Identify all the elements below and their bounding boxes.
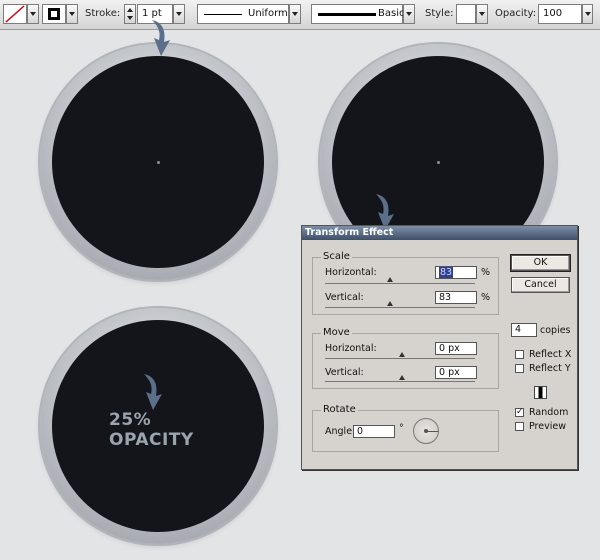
reflect-x-label[interactable]: Reflect X [529, 349, 571, 360]
random-label[interactable]: Random [529, 407, 568, 418]
curved-arrow-icon [144, 374, 162, 410]
variable-width-profile[interactable]: Uniform [197, 4, 289, 24]
scale-vertical-label: Vertical: [325, 292, 364, 303]
move-group: Move Horizontal: 0 px Vertical: 0 px [312, 327, 499, 389]
preview-label[interactable]: Preview [529, 421, 566, 432]
angle-dial-center [424, 429, 428, 433]
reference-point-icon[interactable] [534, 386, 547, 399]
move-group-title: Move [321, 327, 352, 338]
brush-dropdown[interactable] [403, 4, 415, 24]
scale-group-title: Scale [321, 251, 352, 262]
move-vertical-slider-thumb[interactable] [399, 375, 405, 380]
stroke-color-dropdown[interactable] [66, 4, 78, 24]
copies-value: 4 [515, 324, 522, 335]
move-vertical-slider[interactable] [325, 381, 475, 382]
scale-vertical-value: 83 [439, 292, 452, 303]
reflect-y-checkbox[interactable] [515, 364, 524, 373]
profile-dropdown[interactable] [289, 4, 301, 24]
dialog-title[interactable]: Transform Effect [302, 226, 577, 240]
copies-label: copies [540, 325, 571, 336]
center-point [157, 161, 160, 164]
scale-horizontal-unit: % [481, 267, 491, 278]
move-horizontal-input[interactable]: 0 px [435, 342, 477, 355]
stroke-swatch[interactable] [42, 4, 66, 24]
angle-dial[interactable] [413, 418, 439, 444]
profile-value: Uniform [248, 8, 288, 19]
scale-horizontal-slider[interactable] [325, 283, 475, 284]
center-point [437, 161, 440, 164]
opacity-label[interactable]: Opacity: [495, 8, 536, 19]
stroke-color-icon [48, 8, 60, 20]
brush-value: Basic [378, 8, 405, 19]
move-vertical-label: Vertical: [325, 367, 364, 378]
reflect-y-label[interactable]: Reflect Y [529, 363, 571, 374]
preview-checkbox[interactable] [515, 422, 524, 431]
move-horizontal-slider[interactable] [325, 358, 475, 359]
scale-vertical-slider-thumb[interactable] [387, 301, 393, 306]
scale-horizontal-value: 83 [439, 267, 454, 278]
degree-symbol: ° [399, 423, 404, 434]
move-vertical-value: 0 px [439, 367, 460, 378]
curved-arrow-icon [152, 20, 170, 56]
move-vertical-input[interactable]: 0 px [435, 366, 477, 379]
no-fill-icon [5, 5, 25, 23]
scale-horizontal-label: Horizontal: [325, 267, 377, 278]
rotate-group: Rotate Angle: 0 ° [312, 404, 499, 452]
scale-group: Scale Horizontal: 83 % Vertical: 83 % [312, 251, 499, 315]
angle-input[interactable]: 0 [353, 425, 395, 438]
move-horizontal-label: Horizontal: [325, 343, 377, 354]
scale-vertical-unit: % [481, 292, 491, 303]
angle-label: Angle: [325, 426, 356, 437]
basic-brush-icon [318, 13, 376, 16]
spinner-arrows-icon [127, 8, 133, 20]
scale-vertical-input[interactable]: 83 [435, 291, 477, 304]
rotate-group-title: Rotate [321, 404, 358, 415]
copies-input[interactable]: 4 [511, 323, 537, 337]
angle-value: 0 [357, 426, 364, 437]
opacity-annotation: 25% OPACITY [109, 410, 194, 450]
random-checkbox[interactable]: ✓ [515, 408, 524, 417]
move-horizontal-value: 0 px [439, 343, 460, 354]
reflect-x-checkbox[interactable] [515, 350, 524, 359]
fill-dropdown[interactable] [27, 4, 39, 24]
brush-definition[interactable]: Basic [311, 4, 405, 24]
style-label: Style: [425, 8, 454, 19]
cancel-button[interactable]: Cancel [511, 277, 570, 293]
ok-button[interactable]: OK [510, 254, 571, 272]
opacity-field[interactable]: 100 [538, 4, 582, 24]
stroke-weight-dropdown[interactable] [173, 4, 185, 24]
scale-horizontal-slider-thumb[interactable] [387, 277, 393, 282]
graphic-style-swatch[interactable] [456, 4, 476, 24]
opacity-value: 100 [543, 8, 563, 19]
scale-horizontal-input[interactable]: 83 [435, 266, 477, 279]
fill-swatch[interactable] [3, 4, 27, 24]
control-bar: Stroke: 1 pt Uniform Basic Style: Opacit… [0, 0, 600, 30]
scale-vertical-slider[interactable] [325, 307, 475, 308]
move-horizontal-slider-thumb[interactable] [399, 352, 405, 357]
uniform-line-icon [204, 14, 242, 15]
opacity-dropdown[interactable] [582, 4, 593, 24]
transform-effect-dialog: Transform Effect Scale Horizontal: 83 % … [301, 225, 578, 470]
style-dropdown[interactable] [476, 4, 488, 24]
stroke-weight-spinner[interactable] [124, 4, 136, 24]
stroke-label[interactable]: Stroke: [85, 8, 120, 19]
